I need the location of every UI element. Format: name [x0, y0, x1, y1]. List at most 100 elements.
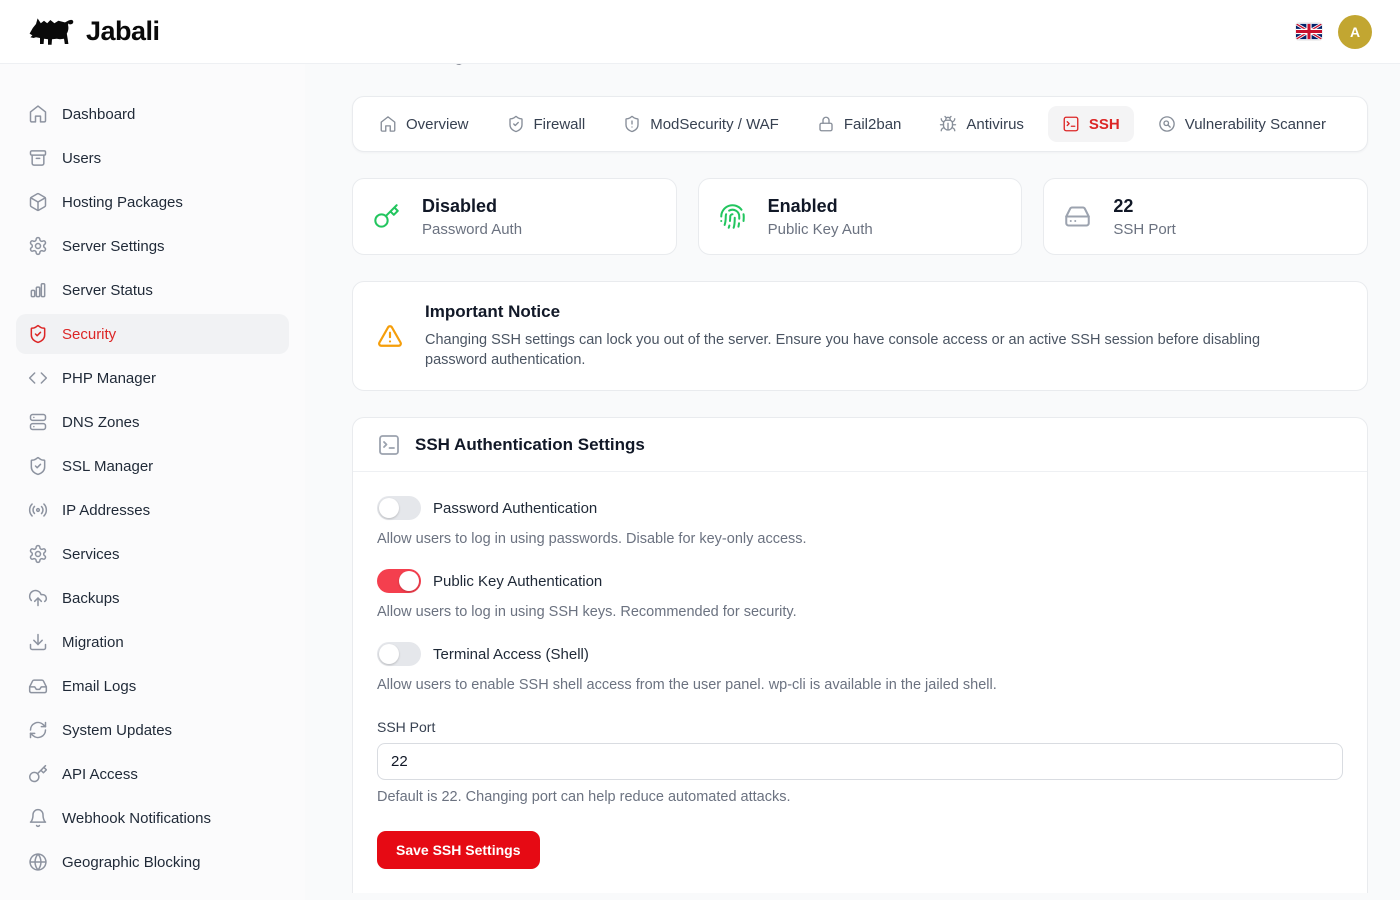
save-ssh-settings-button[interactable]: Save SSH Settings [377, 831, 540, 869]
important-notice: Important Notice Changing SSH settings c… [352, 281, 1368, 391]
stat-label: Public Key Auth [768, 221, 873, 238]
sidebar-item-label: Dashboard [62, 106, 135, 123]
home-icon [379, 115, 397, 133]
sidebar-item-geographic-blocking[interactable]: Geographic Blocking [16, 842, 289, 882]
inbox-icon [28, 676, 48, 696]
bell-icon [28, 808, 48, 828]
stat-card-public-key-auth: EnabledPublic Key Auth [698, 178, 1023, 255]
ssh-port-label: SSH Port [377, 719, 1343, 735]
stat-cards: Disabled Password Auth EnabledPublic Key A… [352, 178, 1368, 255]
tab-label: Vulnerability Scanner [1185, 116, 1326, 133]
key-icon [28, 764, 48, 784]
setting-password-authentication: Password AuthenticationAllow users to lo… [377, 496, 1343, 549]
sidebar-item-users[interactable]: Users [16, 138, 289, 178]
toggle-description: Allow users to log in using passwords. D… [377, 529, 1343, 549]
sidebar-item-dns-zones[interactable]: DNS Zones [16, 402, 289, 442]
server-icon [28, 412, 48, 432]
tab-overview[interactable]: Overview [365, 106, 483, 142]
toggle-label: Terminal Access (Shell) [433, 646, 589, 663]
sidebar-item-label: Email Logs [62, 678, 136, 695]
key-icon [373, 203, 400, 230]
sidebar-item-label: SSL Manager [62, 458, 153, 475]
notice-body: Changing SSH settings can lock you out o… [425, 330, 1325, 370]
sidebar-item-php-manager[interactable]: PHP Manager [16, 358, 289, 398]
bar-chart-icon [28, 280, 48, 300]
gear-icon [28, 544, 48, 564]
tab-label: Firewall [534, 116, 586, 133]
code-icon [28, 368, 48, 388]
tab-vulnerability-scanner[interactable]: Vulnerability Scanner [1144, 106, 1340, 142]
sidebar-item-label: Hosting Packages [62, 194, 183, 211]
security-tabs: Overview Firewall ModSecurity / WAF Fail2ba… [352, 96, 1368, 152]
sidebar-item-ssl-manager[interactable]: SSL Manager [16, 446, 289, 486]
stat-card-ssh-port: 22 SSH Port [1043, 178, 1368, 255]
toggle-description: Allow users to log in using SSH keys. Re… [377, 602, 1343, 622]
tab-ssh[interactable]: SSH [1048, 106, 1134, 142]
sidebar-item-label: IP Addresses [62, 502, 150, 519]
tab-label: Overview [406, 116, 469, 133]
tab-fail2ban[interactable]: Fail2ban [803, 106, 916, 142]
notice-title: Important Notice [425, 302, 1325, 322]
toggle-list: Password AuthenticationAllow users to lo… [377, 496, 1343, 695]
archive-icon [28, 148, 48, 168]
refresh-icon [28, 720, 48, 740]
shield-alert-icon [623, 115, 641, 133]
toggle-terminal-access-shell[interactable] [377, 642, 421, 666]
toggle-password-authentication[interactable] [377, 496, 421, 520]
toggle-public-key-authentication[interactable] [377, 569, 421, 593]
download-icon [28, 632, 48, 652]
stat-label: Password Auth [422, 221, 522, 238]
alert-triangle-icon [377, 323, 403, 349]
sidebar-item-server-status[interactable]: Server Status [16, 270, 289, 310]
sidebar: Dashboard Users Hosting Packages Server Set… [0, 64, 305, 900]
sidebar-item-label: Users [62, 150, 101, 167]
tab-antivirus[interactable]: Antivirus [925, 106, 1038, 142]
sidebar-item-server-settings[interactable]: Server Settings [16, 226, 289, 266]
brand-name: Jabali [86, 16, 160, 47]
sidebar-item-security[interactable]: Security [16, 314, 289, 354]
sidebar-item-label: Webhook Notifications [62, 810, 211, 827]
ssh-settings-card: SSH Authentication Settings Password Aut… [352, 417, 1368, 893]
sidebar-item-dashboard[interactable]: Dashboard [16, 94, 289, 134]
shield-check-icon [507, 115, 525, 133]
uk-flag-icon [1296, 23, 1322, 40]
user-avatar[interactable]: A [1338, 15, 1372, 49]
stat-value: 22 [1113, 196, 1176, 217]
fingerprint-icon [719, 203, 746, 230]
sidebar-item-hosting-packages[interactable]: Hosting Packages [16, 182, 289, 222]
sidebar-item-label: API Access [62, 766, 138, 783]
tab-modsecurity-waf[interactable]: ModSecurity / WAF [609, 106, 793, 142]
sidebar-item-label: Server Settings [62, 238, 165, 255]
stat-label: SSH Port [1113, 221, 1176, 238]
sidebar-item-system-updates[interactable]: System Updates [16, 710, 289, 750]
language-selector[interactable] [1296, 23, 1322, 40]
sidebar-nav: Dashboard Users Hosting Packages Server Set… [16, 94, 289, 882]
sidebar-item-label: Geographic Blocking [62, 854, 200, 871]
app-header: Jabali A [0, 0, 1400, 64]
sidebar-item-label: System Updates [62, 722, 172, 739]
sidebar-item-services[interactable]: Services [16, 534, 289, 574]
tab-firewall[interactable]: Firewall [493, 106, 600, 142]
toggle-knob [379, 498, 399, 518]
sidebar-item-email-logs[interactable]: Email Logs [16, 666, 289, 706]
stat-value: Disabled [422, 196, 522, 217]
sidebar-item-api-access[interactable]: API Access [16, 754, 289, 794]
sidebar-item-ip-addresses[interactable]: IP Addresses [16, 490, 289, 530]
main-content: Security Center OverviewFirewallModSecur… [305, 0, 1400, 893]
sidebar-item-migration[interactable]: Migration [16, 622, 289, 662]
cloud-upload-icon [28, 588, 48, 608]
radio-icon [28, 500, 48, 520]
sidebar-item-label: Security [62, 326, 116, 343]
tab-label: ModSecurity / WAF [650, 116, 779, 133]
search-circle-icon [1158, 115, 1176, 133]
toggle-description: Allow users to enable SSH shell access f… [377, 675, 1343, 695]
ssh-port-input[interactable] [377, 743, 1343, 780]
ssh-port-field: SSH Port Default is 22. Changing port ca… [377, 719, 1343, 805]
setting-public-key-authentication: Public Key AuthenticationAllow users to … [377, 569, 1343, 622]
toggle-knob [399, 571, 419, 591]
brand-logo[interactable]: Jabali [28, 14, 160, 50]
tab-label: Fail2ban [844, 116, 902, 133]
sidebar-item-backups[interactable]: Backups [16, 578, 289, 618]
sidebar-item-webhook-notifications[interactable]: Webhook Notifications [16, 798, 289, 838]
stat-card-password-auth: Disabled Password Auth [352, 178, 677, 255]
